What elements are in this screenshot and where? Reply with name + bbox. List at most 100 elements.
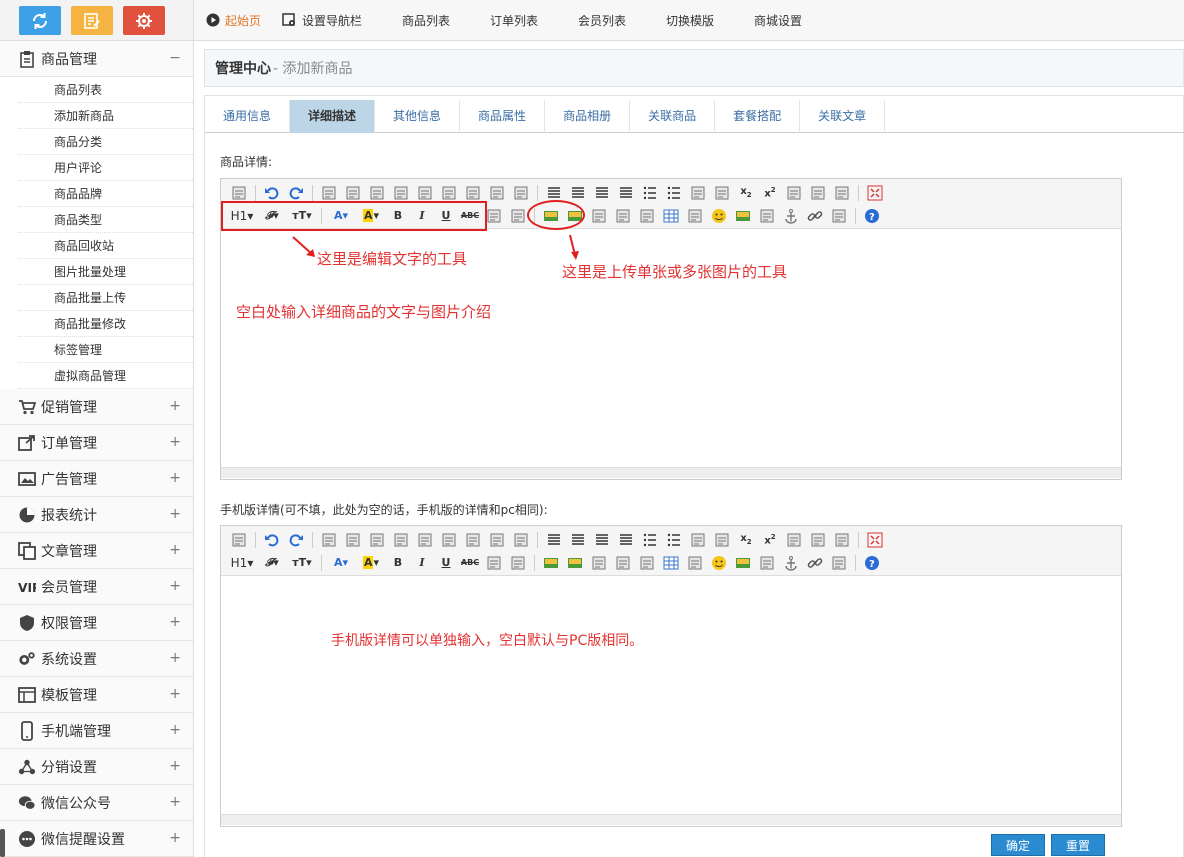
italic-icon[interactable]: I <box>412 553 432 573</box>
sidebar-group[interactable]: 文章管理 + <box>0 533 193 569</box>
sidebar-group[interactable]: 权限管理 + <box>0 605 193 641</box>
format-brush-icon[interactable] <box>808 183 828 203</box>
expand-toggle[interactable]: + <box>169 686 181 702</box>
sidebar-item[interactable]: 商品批量上传 <box>18 285 193 311</box>
attachment-icon[interactable] <box>637 553 657 573</box>
sidebar-group[interactable]: 模板管理 + <box>0 677 193 713</box>
hr-icon[interactable] <box>685 206 705 226</box>
tab[interactable]: 商品属性 <box>460 100 546 133</box>
nav-member-list[interactable]: 会员列表 <box>578 12 626 29</box>
justify-icon[interactable] <box>616 530 636 550</box>
nav-switch-template[interactable]: 切换模版 <box>666 12 714 29</box>
table-icon[interactable] <box>661 206 681 226</box>
tab[interactable]: 通用信息 <box>205 100 291 133</box>
sidebar-group[interactable]: 报表统计 + <box>0 497 193 533</box>
template-doc-icon[interactable] <box>367 183 387 203</box>
subscript-icon[interactable]: x2 <box>736 530 756 550</box>
tab[interactable]: 商品相册 <box>545 100 631 133</box>
expand-toggle[interactable]: + <box>169 470 181 486</box>
paste-icon[interactable] <box>463 530 483 550</box>
unlink-icon[interactable] <box>829 206 849 226</box>
expand-toggle[interactable]: + <box>169 542 181 558</box>
help-icon[interactable]: ? <box>862 553 882 573</box>
paste-word-icon[interactable] <box>511 183 531 203</box>
hr-icon[interactable] <box>685 553 705 573</box>
eraser-icon[interactable] <box>508 553 528 573</box>
select-all-icon[interactable] <box>832 530 852 550</box>
sidebar-item[interactable]: 商品品牌 <box>18 181 193 207</box>
expand-toggle[interactable]: + <box>169 758 181 774</box>
sidebar-item[interactable]: 虚拟商品管理 <box>18 363 193 389</box>
sidebar-group[interactable]: 手机端管理 + <box>0 713 193 749</box>
font-color-icon[interactable]: A▾ <box>328 553 354 573</box>
sidebar-group[interactable]: 广告管理 + <box>0 461 193 497</box>
code-icon[interactable] <box>391 183 411 203</box>
ordered-list-icon[interactable] <box>640 183 660 203</box>
superscript-icon[interactable]: x2 <box>760 530 780 550</box>
copy-icon[interactable] <box>439 183 459 203</box>
sidebar-group[interactable]: 促销管理 + <box>0 389 193 425</box>
sidebar-item[interactable]: 用户评论 <box>18 155 193 181</box>
redo-icon[interactable] <box>286 183 306 203</box>
sidebar-item[interactable]: 添加新商品 <box>18 103 193 129</box>
image-gallery-icon[interactable] <box>733 553 753 573</box>
superscript-icon[interactable]: x2 <box>760 183 780 203</box>
paste-word-icon[interactable] <box>511 530 531 550</box>
cut-icon[interactable] <box>415 183 435 203</box>
sidebar-item[interactable]: 商品列表 <box>18 77 193 103</box>
expand-toggle[interactable]: + <box>169 578 181 594</box>
line-height-icon[interactable] <box>484 206 504 226</box>
outdent-icon[interactable] <box>712 183 732 203</box>
preview-icon[interactable] <box>319 530 339 550</box>
indent-icon[interactable] <box>688 530 708 550</box>
edit-button[interactable] <box>71 6 113 35</box>
font-family-icon[interactable]: 𝓕▾ <box>259 553 285 573</box>
redo-icon[interactable] <box>286 530 306 550</box>
tab[interactable]: 关联文章 <box>800 100 886 133</box>
sidebar-group[interactable]: 微信公众号 + <box>0 785 193 821</box>
line-height-icon[interactable] <box>484 553 504 573</box>
source-icon[interactable] <box>229 183 249 203</box>
anchor-icon[interactable] <box>781 206 801 226</box>
page-break-icon[interactable] <box>757 206 777 226</box>
confirm-button[interactable]: 确定 <box>991 834 1045 856</box>
emoticon-icon[interactable] <box>709 206 729 226</box>
template-doc-icon[interactable] <box>367 530 387 550</box>
page-break-icon[interactable] <box>757 553 777 573</box>
refresh-button[interactable] <box>19 6 61 35</box>
nav-goods-list[interactable]: 商品列表 <box>402 12 450 29</box>
sidebar-group[interactable]: 分销设置 + <box>0 749 193 785</box>
expand-toggle[interactable]: + <box>169 722 181 738</box>
upload-image-icon[interactable] <box>541 553 561 573</box>
outdent-icon[interactable] <box>712 530 732 550</box>
paste-icon[interactable] <box>463 183 483 203</box>
strikethrough-icon[interactable]: ABC <box>460 553 480 573</box>
justify-icon[interactable] <box>616 183 636 203</box>
tab[interactable]: 套餐搭配 <box>715 100 801 133</box>
indent-icon[interactable] <box>688 183 708 203</box>
bold-icon[interactable]: B <box>388 553 408 573</box>
breadcrumb-root[interactable]: 管理中心 <box>215 58 271 78</box>
reset-button[interactable]: 重置 <box>1051 834 1105 856</box>
expand-toggle[interactable]: + <box>169 830 181 846</box>
sidebar-item[interactable]: 商品回收站 <box>18 233 193 259</box>
link-icon[interactable] <box>805 206 825 226</box>
print-icon[interactable] <box>343 183 363 203</box>
fullscreen-icon[interactable] <box>865 183 885 203</box>
code-icon[interactable] <box>391 530 411 550</box>
media-icon[interactable] <box>613 553 633 573</box>
sidebar-item[interactable]: 商品批量修改 <box>18 311 193 337</box>
undo-icon[interactable] <box>262 183 282 203</box>
tab[interactable]: 其他信息 <box>375 100 461 133</box>
expand-toggle[interactable]: + <box>169 650 181 666</box>
flash-icon[interactable] <box>589 553 609 573</box>
cut-icon[interactable] <box>415 530 435 550</box>
align-left-icon[interactable] <box>544 530 564 550</box>
undo-icon[interactable] <box>262 530 282 550</box>
align-center-icon[interactable] <box>568 530 588 550</box>
copy-icon[interactable] <box>439 530 459 550</box>
sidebar-scrollbar[interactable] <box>0 829 5 857</box>
multi-image-icon[interactable] <box>565 553 585 573</box>
unordered-list-icon[interactable] <box>664 530 684 550</box>
fullscreen-icon[interactable] <box>865 530 885 550</box>
